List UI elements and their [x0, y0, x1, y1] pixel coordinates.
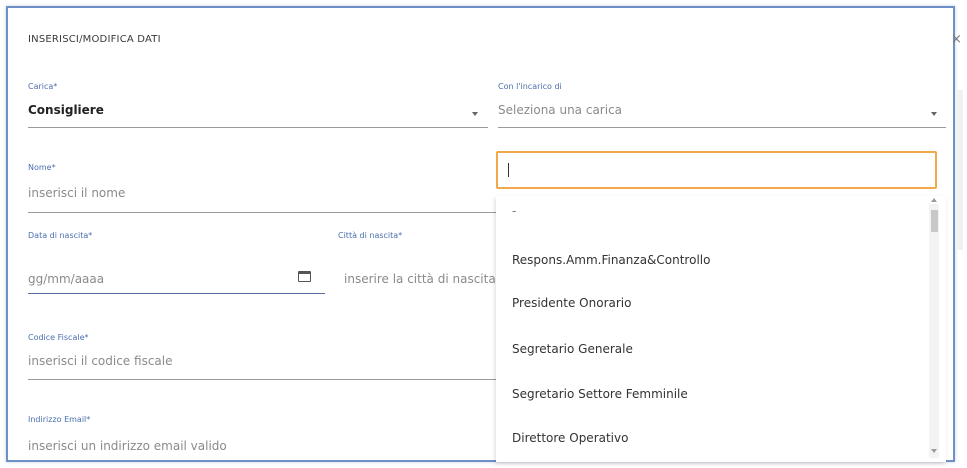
- incarico-options-list[interactable]: - Respons.Amm.Finanza&Controllo Presiden…: [496, 196, 946, 462]
- close-icon[interactable]: ×: [951, 33, 962, 46]
- incarico-chevron-down-icon[interactable]: [931, 112, 937, 116]
- incarico-label: Con l'incarico di: [498, 82, 562, 91]
- incarico-search-input[interactable]: [496, 151, 937, 189]
- email-label: Indirizzo Email*: [28, 415, 91, 424]
- calendar-icon[interactable]: [298, 271, 311, 282]
- codice-fiscale-input[interactable]: inserisci il codice fiscale: [28, 354, 173, 368]
- codice-fiscale-underline: [28, 379, 503, 380]
- carica-select[interactable]: Consigliere: [28, 103, 104, 117]
- nome-label: Nome*: [28, 163, 56, 172]
- option-item[interactable]: Direttore Operativo: [512, 431, 628, 445]
- citta-nascita-label: Città di nascita*: [338, 231, 403, 240]
- option-item[interactable]: Segretario Generale: [512, 342, 633, 356]
- data-nascita-underline: [28, 293, 325, 294]
- carica-underline: [28, 127, 488, 128]
- data-nascita-label: Data di nascita*: [28, 231, 93, 240]
- option-item[interactable]: Respons.Amm.Finanza&Controllo: [512, 253, 710, 267]
- incarico-select[interactable]: Seleziona una carica: [498, 103, 622, 117]
- modal-title: INSERISCI/MODIFICA DATI: [28, 34, 161, 45]
- carica-chevron-down-icon[interactable]: [472, 112, 478, 116]
- email-input[interactable]: inserisci un indirizzo email valido: [28, 439, 227, 453]
- option-item[interactable]: Segretario Settore Femminile: [512, 387, 688, 401]
- dropdown-scrollbar-track[interactable]: [929, 204, 939, 458]
- scroll-up-icon[interactable]: [931, 198, 937, 202]
- page-scrollbar[interactable]: [957, 90, 963, 250]
- dropdown-scrollbar-thumb[interactable]: [931, 210, 938, 232]
- incarico-underline: [498, 127, 946, 128]
- carica-label: Carica*: [28, 82, 58, 91]
- data-nascita-input[interactable]: gg/mm/aaaa: [28, 272, 104, 286]
- text-cursor: [508, 163, 509, 177]
- option-item[interactable]: -: [512, 204, 516, 218]
- nome-underline: [28, 212, 503, 213]
- nome-input[interactable]: inserisci il nome: [28, 186, 125, 200]
- option-item[interactable]: Presidente Onorario: [512, 296, 631, 310]
- codice-fiscale-label: Codice Fiscale*: [28, 333, 89, 342]
- citta-nascita-input[interactable]: inserire la città di nascita: [344, 272, 500, 286]
- scroll-down-icon[interactable]: [931, 449, 937, 453]
